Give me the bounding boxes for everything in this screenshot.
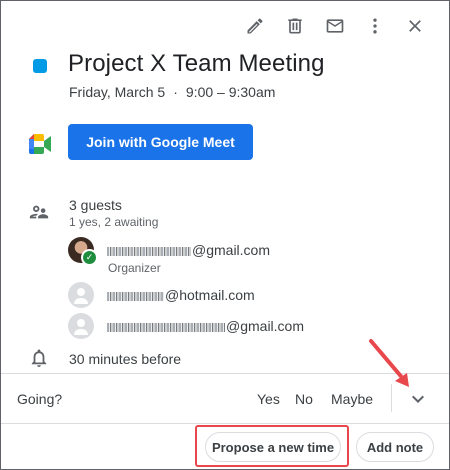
guest-row[interactable]: @hotmail.com (68, 282, 255, 308)
datetime-separator: · (173, 84, 178, 100)
event-time: 9:00 – 9:30am (185, 84, 276, 100)
redacted-name (107, 291, 164, 301)
more-icon (373, 18, 377, 34)
delete-icon (288, 18, 302, 34)
edit-icon (247, 18, 263, 34)
event-title: Project X Team Meeting (68, 50, 325, 77)
reminder-text: 30 minutes before (69, 351, 182, 367)
close-icon (409, 20, 421, 32)
join-google-meet-button[interactable]: Join with Google Meet (68, 124, 253, 160)
divider (1, 423, 449, 424)
event-color-square (33, 59, 47, 73)
annotation-arrow-icon (369, 339, 409, 387)
propose-new-time-button[interactable]: Propose a new time (205, 432, 341, 462)
email-icon (326, 19, 344, 33)
rsvp-yes-button[interactable]: Yes (257, 387, 280, 411)
event-date: Friday, March 5 (69, 84, 166, 100)
guest-email: @hotmail.com (107, 287, 255, 303)
event-details-dialog: Project X Team Meeting Friday, March 5 · 9… (0, 0, 450, 470)
event-toolbar (235, 13, 435, 39)
guest-email: @gmail.com (107, 318, 304, 334)
person-icon (74, 288, 88, 304)
guest-email: @gmail.com (107, 242, 270, 258)
edit-button[interactable] (235, 13, 275, 39)
guests-rsvp-summary: 1 yes, 2 awaiting (69, 215, 159, 229)
redacted-name (107, 322, 225, 332)
going-label: Going? (17, 391, 63, 407)
avatar: ✓ (68, 237, 98, 266)
guests-count: 3 guests (69, 197, 122, 213)
accepted-check-icon: ✓ (81, 249, 98, 266)
avatar (68, 313, 94, 339)
close-button[interactable] (395, 13, 435, 39)
rsvp-no-button[interactable]: No (295, 387, 313, 411)
more-options-button[interactable] (355, 13, 395, 39)
guest-row-organizer[interactable]: ✓ @gmail.com (68, 237, 270, 266)
guest-role: Organizer (108, 261, 161, 275)
add-note-button[interactable]: Add note (356, 432, 434, 462)
guests-icon (29, 205, 49, 219)
event-datetime: Friday, March 5 · 9:00 – 9:30am (69, 84, 275, 100)
person-icon (74, 319, 88, 335)
avatar (68, 282, 94, 308)
delete-button[interactable] (275, 13, 315, 39)
guest-row[interactable]: @gmail.com (68, 313, 304, 339)
redacted-name (107, 246, 191, 256)
email-guests-button[interactable] (315, 13, 355, 39)
bell-icon (31, 349, 47, 367)
google-meet-icon (29, 134, 51, 154)
